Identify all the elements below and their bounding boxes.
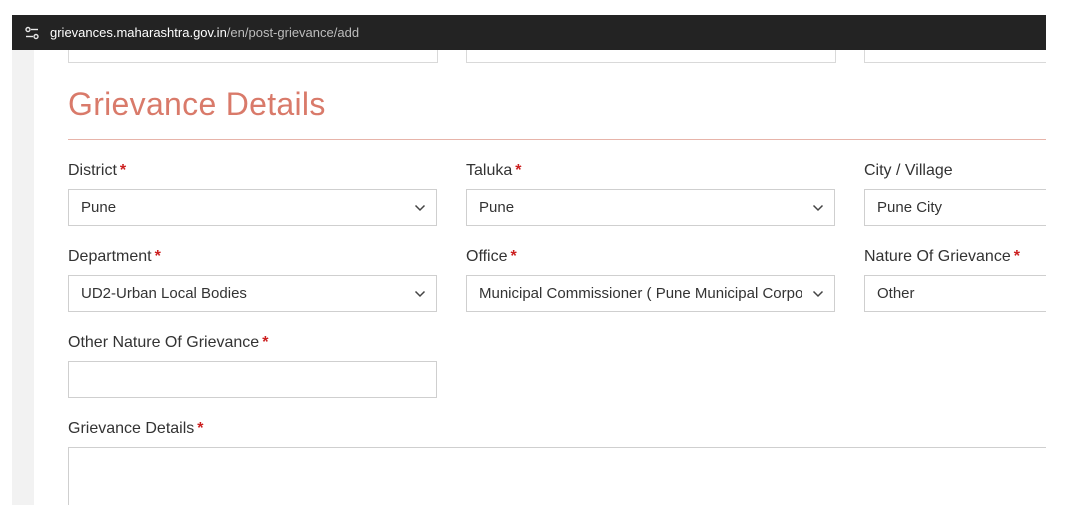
district-select[interactable]: Pune (68, 189, 437, 226)
office-select[interactable]: Municipal Commissioner ( Pune Municipal … (466, 275, 835, 312)
department-value: UD2-Urban Local Bodies (81, 285, 247, 302)
city-village-label: City / Village (864, 162, 953, 180)
site-settings-icon[interactable] (24, 26, 40, 40)
other-nature-input[interactable] (68, 361, 437, 398)
district-value: Pune (81, 199, 117, 216)
url-host: grievances.maharashtra.gov.in (50, 25, 227, 40)
previous-field-1[interactable] (68, 50, 438, 63)
city-village-input[interactable]: Pune City (864, 189, 1046, 226)
department-select[interactable]: UD2-Urban Local Bodies (68, 275, 437, 312)
chevron-down-icon (802, 204, 834, 212)
department-label-text: Department (68, 248, 152, 265)
page-margin (12, 50, 34, 505)
nature-value: Other (877, 285, 915, 302)
city-village-value: Pune City (877, 199, 943, 216)
nature-select[interactable]: Other (864, 275, 1046, 312)
city-village-label-text: City / Village (864, 162, 953, 179)
chevron-down-icon (404, 290, 436, 298)
district-label: District * (68, 162, 126, 180)
chevron-down-icon (802, 290, 834, 298)
office-label-text: Office (466, 248, 508, 265)
section-title: Grievance Details (68, 86, 326, 122)
taluka-label: Taluka * (466, 162, 521, 180)
required-marker: * (154, 248, 161, 265)
office-label: Office * (466, 248, 517, 266)
required-marker: * (515, 162, 522, 179)
required-marker: * (262, 334, 269, 351)
nature-label: Nature Of Grievance * (864, 248, 1020, 266)
other-nature-label-text: Other Nature Of Grievance (68, 334, 260, 351)
taluka-select[interactable]: Pune (466, 189, 835, 226)
address-bar[interactable]: grievances.maharashtra.gov.in/en/post-gr… (12, 15, 1046, 50)
section-divider (68, 139, 1046, 140)
taluka-value: Pune (479, 199, 515, 216)
office-value: Municipal Commissioner ( Pune Municipal … (479, 285, 802, 302)
window-edge (0, 0, 12, 505)
department-label: Department * (68, 248, 161, 266)
details-label-text: Grievance Details (68, 420, 195, 437)
required-marker: * (1013, 248, 1020, 265)
grievance-form: Grievance Details District * Pune Taluka *… (34, 50, 1046, 505)
taluka-label-text: Taluka (466, 162, 513, 179)
previous-field-2[interactable] (466, 50, 836, 63)
district-label-text: District (68, 162, 117, 179)
nature-label-text: Nature Of Grievance (864, 248, 1011, 265)
details-textarea[interactable] (68, 447, 1046, 505)
previous-field-3[interactable] (864, 50, 1046, 63)
url-path: /en/post-grievance/add (226, 25, 360, 40)
chevron-down-icon (404, 204, 436, 212)
required-marker: * (510, 248, 517, 265)
required-marker: * (119, 162, 127, 179)
details-label: Grievance Details * (68, 420, 204, 438)
required-marker: * (197, 420, 204, 437)
other-nature-label: Other Nature Of Grievance * (68, 334, 268, 352)
